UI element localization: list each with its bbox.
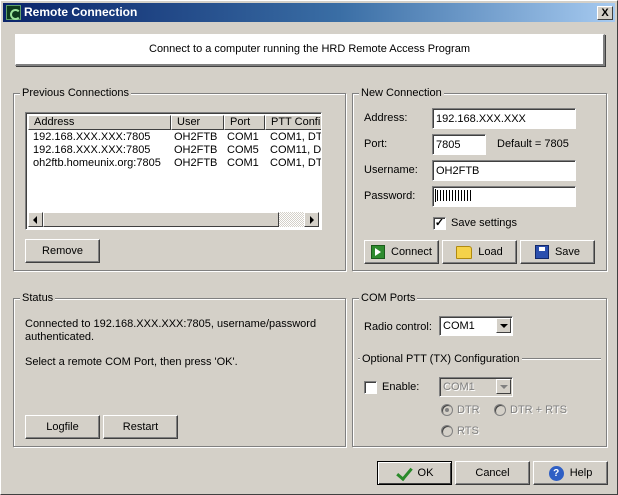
port-default-hint: Default = 7805 (497, 138, 569, 150)
cell-user: OH2FTB (174, 131, 218, 143)
save-settings-checkbox[interactable]: ✓ (433, 217, 446, 230)
ptt-port-select[interactable]: COM1 (439, 377, 513, 397)
dtr-radio[interactable] (441, 404, 453, 416)
logfile-button[interactable]: Logfile (25, 415, 100, 439)
window-title: Remote Connection (24, 5, 138, 19)
username-input[interactable]: OH2FTB (432, 160, 576, 181)
cell-ptt: COM1, DT (270, 157, 322, 169)
dtr-rts-label[interactable]: DTR + RTS (510, 403, 567, 417)
scroll-left-button[interactable] (28, 212, 43, 227)
connect-arrow-icon (371, 245, 385, 259)
dtr-label[interactable]: DTR (457, 403, 480, 417)
cell-ptt: COM11, D (270, 144, 322, 156)
previous-connections-list[interactable]: Address User Port PTT Confi 192.168.XXX.… (25, 112, 322, 230)
address-label: Address: (364, 112, 408, 124)
scrollbar-thumb[interactable] (43, 212, 279, 227)
status-instruction: Select a remote COM Port, then press 'OK… (25, 356, 238, 368)
load-button-label: Load (478, 246, 503, 258)
rts-label[interactable]: RTS (457, 424, 479, 438)
restart-button[interactable]: Restart (103, 415, 178, 439)
previous-connections-legend: Previous Connections (20, 86, 132, 100)
app-icon (6, 5, 21, 20)
help-icon: ? (548, 465, 564, 481)
rts-radio[interactable] (441, 425, 453, 437)
column-address[interactable]: Address (28, 115, 171, 130)
save-button[interactable]: Save (520, 240, 595, 264)
cell-port: COM1 (227, 131, 259, 143)
port-input[interactable]: 7805 (432, 134, 486, 155)
ok-button[interactable]: OK (377, 461, 452, 485)
column-ptt-config[interactable]: PTT Confi (265, 115, 321, 130)
load-button[interactable]: Load (442, 240, 517, 264)
floppy-disk-icon (534, 245, 549, 259)
help-button-label: Help (569, 467, 593, 479)
status-message-line1: Connected to 192.168.XXX.XXX:7805, usern… (25, 318, 317, 330)
port-label: Port: (364, 138, 388, 150)
password-label: Password: (364, 190, 416, 202)
remove-button[interactable]: Remove (25, 239, 100, 263)
cell-user: OH2FTB (174, 157, 218, 169)
ok-button-label: OK (417, 467, 434, 479)
cell-address: 192.168.XXX.XXX:7805 (33, 144, 151, 156)
arrow-right-icon (310, 216, 314, 224)
help-button[interactable]: ? Help (533, 461, 608, 485)
ptt-port-value: COM1 (443, 381, 475, 393)
table-row[interactable]: oh2ftb.homeunix.org:7805 OH2FTB COM1 COM… (28, 157, 322, 170)
ptt-config-heading: Optional PTT (TX) Configuration (360, 352, 522, 366)
horizontal-scrollbar[interactable] (28, 212, 319, 227)
column-user[interactable]: User (171, 115, 224, 130)
text-caret (435, 189, 436, 202)
ptt-enable-checkbox[interactable] (364, 381, 377, 394)
connect-button[interactable]: Connect (364, 240, 439, 264)
table-row[interactable]: 192.168.XXX.XXX:7805 OH2FTB COM5 COM11, … (28, 144, 322, 157)
ptt-enable-label[interactable]: Enable: (382, 380, 419, 394)
column-port[interactable]: Port (224, 115, 265, 130)
list-header: Address User Port PTT Confi (28, 115, 321, 130)
password-mask (437, 190, 471, 201)
save-settings-label[interactable]: Save settings (451, 216, 517, 230)
info-banner: Connect to a computer running the HRD Re… (15, 34, 605, 66)
table-row[interactable]: 192.168.XXX.XXX:7805 OH2FTB COM1 COM1, D… (28, 131, 322, 144)
chevron-down-icon (500, 324, 508, 328)
address-input[interactable]: 192.168.XXX.XXX (432, 108, 576, 129)
cell-address: 192.168.XXX.XXX:7805 (33, 131, 151, 143)
cell-user: OH2FTB (174, 144, 218, 156)
com-ports-legend: COM Ports (359, 291, 418, 305)
checkmark-icon (396, 467, 412, 479)
arrow-left-icon (33, 216, 37, 224)
save-button-label: Save (554, 246, 581, 258)
cell-ptt: COM1, DT (270, 131, 322, 143)
title-bar[interactable]: Remote Connection X (3, 3, 615, 22)
cell-address: oh2ftb.homeunix.org:7805 (33, 157, 161, 169)
status-message-line2: authenticated. (25, 331, 95, 343)
dropdown-button[interactable] (496, 318, 511, 333)
connect-button-label: Connect (391, 246, 432, 258)
radio-control-value: COM1 (443, 320, 475, 332)
radio-control-select[interactable]: COM1 (439, 316, 513, 336)
status-legend: Status (20, 291, 56, 305)
username-label: Username: (364, 164, 418, 176)
cell-port: COM5 (227, 144, 259, 156)
radio-control-label: Radio control: (364, 321, 432, 333)
folder-open-icon (456, 245, 473, 259)
new-connection-legend: New Connection (359, 86, 444, 100)
close-button[interactable]: X (597, 6, 613, 20)
dropdown-button[interactable] (496, 379, 511, 394)
cell-port: COM1 (227, 157, 259, 169)
remote-connection-dialog: Remote Connection X Connect to a compute… (0, 0, 618, 495)
cancel-button[interactable]: Cancel (455, 461, 530, 485)
dtr-rts-radio[interactable] (494, 404, 506, 416)
chevron-down-icon (500, 385, 508, 389)
scroll-right-button[interactable] (304, 212, 319, 227)
